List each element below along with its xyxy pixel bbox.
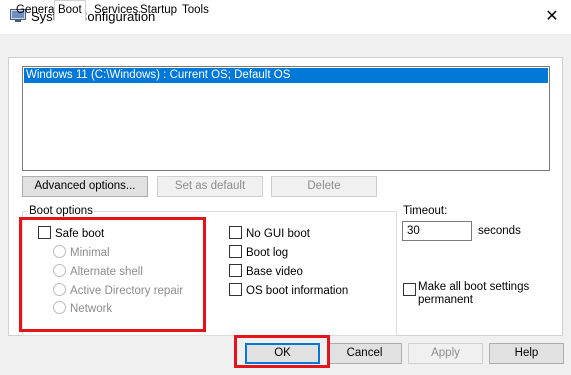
os-list[interactable]: Windows 11 (C:\Windows) : Current OS; De… bbox=[22, 66, 550, 171]
make-permanent-label: Make all boot settings permanent bbox=[418, 281, 530, 306]
checkbox-box bbox=[229, 226, 242, 239]
checkbox-box bbox=[403, 283, 416, 296]
os-boot-information-checkbox[interactable]: OS boot information bbox=[229, 283, 348, 299]
tab-tools[interactable]: Tools bbox=[179, 2, 212, 19]
delete-button[interactable]: Delete bbox=[271, 176, 377, 197]
radio-alternate-shell[interactable]: Alternate shell bbox=[53, 264, 143, 280]
close-icon: ✕ bbox=[545, 8, 559, 25]
no-gui-boot-label: No GUI boot bbox=[246, 228, 310, 240]
radio-dot bbox=[53, 301, 66, 314]
set-as-default-button[interactable]: Set as default bbox=[157, 176, 263, 197]
radio-active-directory-repair[interactable]: Active Directory repair bbox=[53, 283, 183, 299]
base-video-checkbox[interactable]: Base video bbox=[229, 264, 303, 280]
no-gui-boot-checkbox[interactable]: No GUI boot bbox=[229, 226, 310, 242]
timeout-unit-label: seconds bbox=[478, 225, 521, 237]
tab-boot[interactable]: Boot bbox=[54, 0, 86, 21]
tab-general[interactable]: General bbox=[13, 2, 60, 19]
advanced-options-button[interactable]: Advanced options... bbox=[22, 176, 148, 197]
radio-label: Alternate shell bbox=[70, 266, 143, 278]
radio-dot bbox=[53, 264, 66, 277]
radio-label: Active Directory repair bbox=[70, 285, 184, 297]
safe-boot-label: Safe boot bbox=[55, 228, 105, 240]
checkbox-box bbox=[229, 245, 242, 258]
radio-dot bbox=[53, 283, 66, 296]
checkbox-box bbox=[38, 226, 51, 239]
tab-services[interactable]: Services bbox=[91, 2, 141, 19]
radio-label: Minimal bbox=[70, 247, 110, 259]
radio-network[interactable]: Network bbox=[53, 301, 112, 317]
timeout-input[interactable] bbox=[402, 221, 472, 241]
safe-boot-checkbox[interactable]: Safe boot bbox=[38, 226, 104, 242]
boot-log-checkbox[interactable]: Boot log bbox=[229, 245, 288, 261]
os-boot-information-label: OS boot information bbox=[246, 285, 349, 297]
base-video-label: Base video bbox=[246, 266, 303, 278]
help-button[interactable]: Help bbox=[489, 343, 564, 364]
os-list-item[interactable]: Windows 11 (C:\Windows) : Current OS; De… bbox=[24, 68, 548, 83]
tab-startup[interactable]: Startup bbox=[137, 2, 180, 19]
checkbox-box bbox=[229, 283, 242, 296]
checkbox-box bbox=[229, 264, 242, 277]
radio-minimal[interactable]: Minimal bbox=[53, 245, 110, 261]
close-button[interactable]: ✕ bbox=[540, 6, 564, 28]
boot-options-label: Boot options bbox=[28, 205, 94, 217]
cancel-button[interactable]: Cancel bbox=[327, 343, 402, 364]
ok-button[interactable]: OK bbox=[245, 343, 320, 364]
radio-dot bbox=[53, 245, 66, 258]
timeout-label: Timeout: bbox=[403, 205, 448, 217]
boot-log-label: Boot log bbox=[246, 247, 289, 259]
apply-button[interactable]: Apply bbox=[408, 343, 483, 364]
radio-label: Network bbox=[70, 303, 113, 315]
